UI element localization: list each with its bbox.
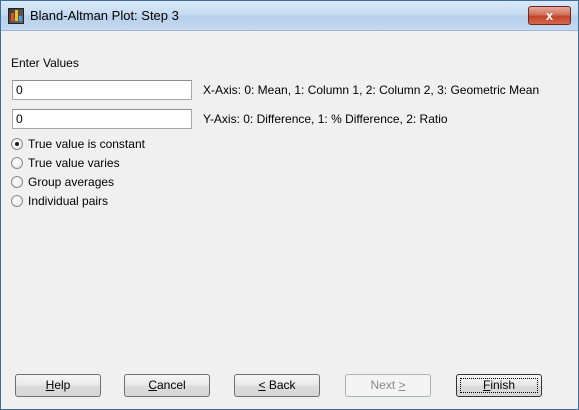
option-label: Group averages	[28, 175, 115, 189]
dialog-content: Enter Values 0 X-Axis: 0: Mean, 1: Colum…	[1, 32, 578, 409]
cancel-button[interactable]: Cancel	[124, 374, 210, 397]
radio-icon[interactable]	[11, 195, 23, 207]
radio-icon[interactable]	[11, 138, 23, 150]
next-button[interactable]: Next >	[345, 374, 431, 397]
enter-values-label: Enter Values	[11, 56, 79, 70]
option-label: True value varies	[28, 156, 120, 170]
close-button[interactable]: x	[528, 6, 571, 25]
option-label: True value is constant	[28, 137, 145, 151]
back-label: < Back	[258, 378, 296, 392]
y-axis-hint: Y-Axis: 0: Difference, 1: % Difference, …	[203, 112, 448, 126]
window-title: Bland-Altman Plot: Step 3	[30, 8, 179, 23]
x-axis-input[interactable]: 0	[12, 80, 192, 100]
x-axis-hint: X-Axis: 0: Mean, 1: Column 1, 2: Column …	[203, 83, 540, 97]
y-axis-input[interactable]: 0	[12, 109, 192, 129]
title-bar[interactable]: Bland-Altman Plot: Step 3 x	[1, 1, 578, 31]
app-chart-icon	[8, 8, 24, 24]
close-icon: x	[545, 8, 554, 23]
cancel-label: Cancel	[148, 378, 186, 392]
next-label: Next >	[370, 378, 406, 392]
help-button[interactable]: Help	[15, 374, 101, 397]
help-label: Help	[45, 378, 71, 392]
finish-button[interactable]: Finish	[456, 374, 542, 397]
option-label: Individual pairs	[28, 194, 109, 208]
radio-icon[interactable]	[11, 176, 23, 188]
dialog-window: Bland-Altman Plot: Step 3 x Enter Values…	[0, 0, 579, 410]
back-button[interactable]: < Back	[234, 374, 320, 397]
finish-label: Finish	[482, 378, 516, 392]
radio-icon[interactable]	[11, 157, 23, 169]
